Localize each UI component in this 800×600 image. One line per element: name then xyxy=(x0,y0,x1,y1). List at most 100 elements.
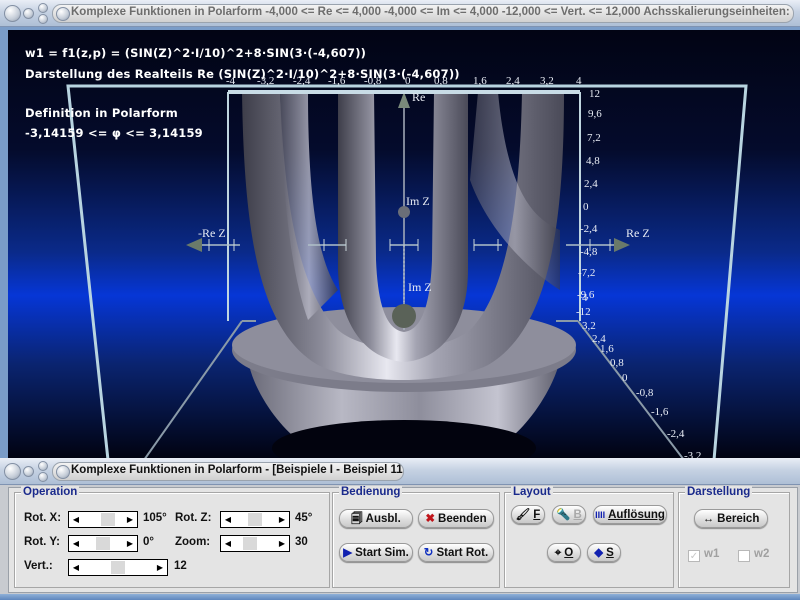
scroll-left-arrow-icon[interactable]: ◀ xyxy=(69,512,83,527)
re-tick-label: -0,8 xyxy=(364,75,382,87)
app-icon xyxy=(56,465,70,479)
rot-z-slider-thumb[interactable] xyxy=(248,513,262,526)
definition-range: -3,14159 <= φ <= 3,14159 xyxy=(25,126,203,140)
maximize-window-button[interactable] xyxy=(38,3,48,13)
beenden-button[interactable]: ✖ Beenden xyxy=(418,509,494,528)
window-bottom-border xyxy=(0,594,800,600)
range-icon: ↔ xyxy=(702,513,715,525)
vert-tick-label: 2,4 xyxy=(584,178,598,190)
resolution-grid-icon: IIII xyxy=(595,510,606,520)
re-tick-label: -1,6 xyxy=(328,75,346,87)
scroll-right-arrow-icon[interactable]: ▶ xyxy=(275,512,289,527)
darstellung-group-title: Darstellung xyxy=(685,486,753,498)
aufloesung-button[interactable]: IIII Auflösung xyxy=(593,505,667,524)
zoom-value: 30 xyxy=(295,536,308,548)
3d-plot-viewport[interactable]: w1 = f1(z,p) = (SIN(Z)^2·I/10)^2+8·SIN(3… xyxy=(8,30,800,458)
im-axis-label: Im Z xyxy=(406,194,430,208)
vert-tick-label: 7,2 xyxy=(587,132,601,144)
paint-brush-icon: 🖌 xyxy=(515,509,531,521)
start-sim-button[interactable]: ▶ Start Sim. xyxy=(339,543,413,562)
re-tick-label: 4 xyxy=(576,75,582,87)
scroll-left-arrow-icon[interactable]: ◀ xyxy=(221,512,235,527)
rot-y-value: 0° xyxy=(143,536,154,548)
im-tick-label: -2,4 xyxy=(667,428,685,440)
control-window-titlebar[interactable]: Komplexe Funktionen in Polarform - [Beis… xyxy=(0,458,800,485)
definition-title: Definition in Polarform xyxy=(25,106,178,120)
display-description: Darstellung des Realteils Re (SIN(Z)^2·I… xyxy=(25,67,460,81)
im-tick-label: 3,2 xyxy=(582,320,596,332)
vertical-axis-arrow xyxy=(398,92,410,108)
w1-checkbox-label: w1 xyxy=(704,548,720,560)
start-rot-button[interactable]: ↻ Start Rot. xyxy=(418,543,494,562)
im-tick-label: -1,6 xyxy=(651,406,669,418)
flashlight-icon: 🔦 xyxy=(556,509,571,521)
rot-x-slider-thumb[interactable] xyxy=(101,513,115,526)
scroll-left-arrow-icon[interactable]: ◀ xyxy=(69,560,83,575)
im-tick-label: 0 xyxy=(622,372,628,384)
w2-checkbox-label: w2 xyxy=(754,548,770,560)
lighting-button[interactable]: 🔦 B xyxy=(552,505,586,524)
re-tick-label: -4 xyxy=(226,75,236,87)
re-tick-label: 3,2 xyxy=(540,75,554,87)
rot-z-slider[interactable]: ◀ ▶ xyxy=(220,511,290,528)
zoom-slider-thumb[interactable] xyxy=(243,537,257,550)
rot-x-value: 105° xyxy=(143,512,167,524)
scroll-right-arrow-icon[interactable]: ▶ xyxy=(275,536,289,551)
im-tick-label: 1,6 xyxy=(600,343,614,355)
vert-tick-label: 9,6 xyxy=(588,108,602,120)
close-window-button[interactable] xyxy=(4,5,21,22)
rot-y-slider[interactable]: ◀ ▶ xyxy=(68,535,138,552)
fill-color-button[interactable]: 🖌 F xyxy=(511,505,545,524)
vert-tick-label: -7,2 xyxy=(578,267,596,279)
maximize-window-button[interactable] xyxy=(38,461,48,471)
darstellung-group: Darstellung ↔ Bereich ✓ w1 w2 xyxy=(678,486,790,588)
scroll-right-arrow-icon[interactable]: ▶ xyxy=(123,536,137,551)
rot-z-value: 45° xyxy=(295,512,313,524)
vert-value: 12 xyxy=(174,560,187,572)
restore-window-button[interactable] xyxy=(38,472,48,482)
control-panel-body: Operation Rot. X: ◀ ▶ 105° Rot. Z: ◀ ▶ 4… xyxy=(8,486,798,593)
re-tick-label: 1,6 xyxy=(473,75,487,87)
scroll-right-arrow-icon[interactable]: ▶ xyxy=(123,512,137,527)
scroll-left-arrow-icon[interactable]: ◀ xyxy=(69,536,83,551)
vert-tick-label: -4,8 xyxy=(580,246,598,258)
vertical-axis-label: Re xyxy=(412,90,426,104)
function-formula: w1 = f1(z,p) = (SIN(Z)^2·I/10)^2+8·SIN(3… xyxy=(25,46,367,60)
graph-window-titlebar[interactable]: Komplexe Funktionen in Polarform -4,000 … xyxy=(0,0,800,27)
ausbl-button[interactable]: 🗐 Ausbl. xyxy=(339,509,413,528)
crosshair-icon: ⌖ xyxy=(554,547,562,559)
bereich-button[interactable]: ↔ Bereich xyxy=(694,509,768,528)
rot-y-slider-thumb[interactable] xyxy=(96,537,110,550)
play-icon: ▶ xyxy=(343,547,353,559)
vert-label: Vert.: xyxy=(24,560,53,572)
im-tick-label: -0,8 xyxy=(636,387,654,399)
w1-checkbox[interactable]: ✓ xyxy=(688,550,700,562)
scroll-left-arrow-icon[interactable]: ◀ xyxy=(221,536,235,551)
re-tick-label: -3,2 xyxy=(257,75,275,87)
bedienung-group: Bedienung 🗐 Ausbl. ✖ Beenden ▶ Start Sim. ↻… xyxy=(332,486,500,588)
vert-slider-thumb[interactable] xyxy=(111,561,125,574)
rot-z-label: Rot. Z: xyxy=(175,512,212,524)
im-tick-label: -3,2 xyxy=(684,450,702,458)
minimize-window-button[interactable] xyxy=(23,8,34,19)
hide-document-icon: 🗐 xyxy=(351,513,363,525)
w2-checkbox[interactable] xyxy=(738,550,750,562)
im-axis-cone xyxy=(392,304,416,328)
scroll-right-arrow-icon[interactable]: ▶ xyxy=(153,560,167,575)
minimize-window-button[interactable] xyxy=(23,466,34,477)
origin-button[interactable]: ⌖ O xyxy=(547,543,581,562)
vert-slider[interactable]: ◀ ▶ xyxy=(68,559,168,576)
close-window-button[interactable] xyxy=(4,463,21,480)
zoom-slider[interactable]: ◀ ▶ xyxy=(220,535,290,552)
operation-group: Operation Rot. X: ◀ ▶ 105° Rot. Z: ◀ ▶ 4… xyxy=(14,486,330,588)
vert-tick-label: -2,4 xyxy=(580,223,598,235)
close-x-icon: ✖ xyxy=(425,513,436,525)
style-button[interactable]: ◆ S xyxy=(587,543,621,562)
restore-window-button[interactable] xyxy=(38,14,48,24)
vert-tick-label: 12 xyxy=(589,88,600,100)
rot-x-slider[interactable]: ◀ ▶ xyxy=(68,511,138,528)
re-tick-label: 0 xyxy=(405,75,411,87)
re-axis-label: Re Z xyxy=(626,226,650,240)
operation-group-title: Operation xyxy=(21,486,80,498)
im-tick-label: 4 xyxy=(582,292,588,304)
